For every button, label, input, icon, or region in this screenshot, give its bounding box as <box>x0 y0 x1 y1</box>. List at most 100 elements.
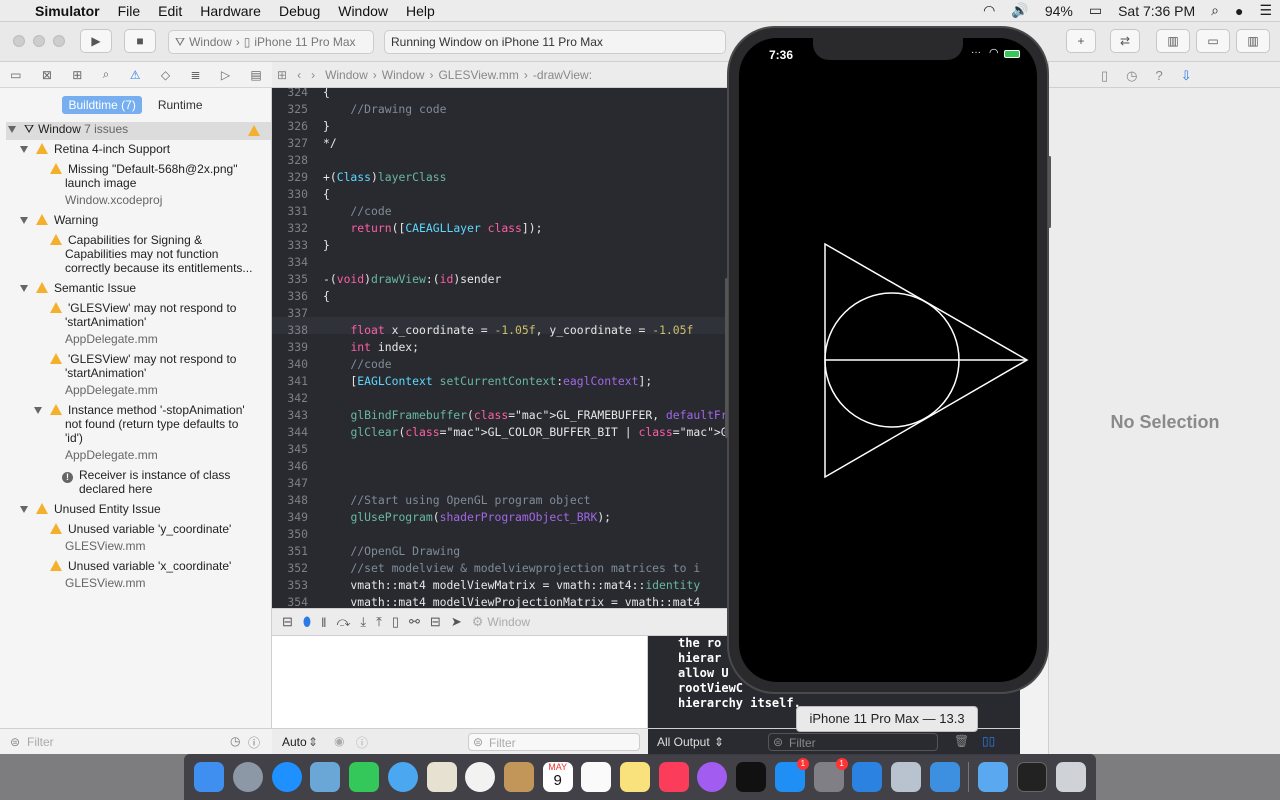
line-number[interactable]: 335 <box>272 272 308 286</box>
toggle-navigator-button[interactable]: ▥ <box>1156 29 1190 53</box>
code-line[interactable]: //OpenGL Drawing <box>323 544 460 558</box>
code-line[interactable]: glBindFramebuffer(class="mac">GL_FRAMEBU… <box>323 408 728 422</box>
code-line[interactable]: -(void)drawView:(id)sender <box>323 272 501 286</box>
info-icon[interactable]: ⓘ <box>356 734 368 751</box>
apple-tv-icon[interactable] <box>736 762 767 792</box>
disclosure-triangle-icon[interactable] <box>20 217 28 224</box>
launchpad-icon[interactable] <box>233 762 264 792</box>
memory-graph-icon[interactable]: ⚯ <box>409 614 420 630</box>
environment-overrides-icon[interactable]: ⊟ <box>430 614 441 630</box>
close-window-button[interactable] <box>13 35 25 47</box>
tab-runtime[interactable]: Runtime <box>152 96 209 114</box>
contacts-icon[interactable] <box>503 762 534 792</box>
code-line[interactable]: +(Class)layerClass <box>323 170 446 184</box>
photos-icon[interactable] <box>465 762 496 792</box>
source-editor[interactable]: 324 {325 //Drawing code 326} 327 */ 328 329 +(C… <box>272 88 728 608</box>
pause-icon[interactable]: ‖ <box>321 615 326 630</box>
line-number[interactable]: 330 <box>272 187 308 201</box>
menu-edit[interactable]: Edit <box>149 3 191 19</box>
code-line[interactable]: return([CAEAGLLayer class]); <box>323 221 542 235</box>
line-number[interactable]: 331 <box>272 204 308 218</box>
issue-project-row[interactable]: ⛛ Window 7 issues <box>6 122 271 140</box>
xcode-icon[interactable] <box>852 762 883 792</box>
code-line[interactable]: glClear(class="mac">GL_COLOR_BUFFER_BIT … <box>323 425 728 439</box>
line-number[interactable]: 350 <box>272 527 308 541</box>
music-icon[interactable] <box>658 762 689 792</box>
facetime-icon[interactable] <box>349 762 380 792</box>
issue-navigator-icon[interactable]: ⚠ <box>130 68 141 82</box>
line-number[interactable]: 333 <box>272 238 308 252</box>
issue-item[interactable]: 'GLESView' may not respond to <box>50 352 236 366</box>
menu-app-name[interactable]: Simulator <box>26 3 109 19</box>
console-filter-input[interactable]: ⊜ Filter <box>768 733 938 751</box>
breakpoints-toggle-icon[interactable]: ⬮ <box>303 614 311 630</box>
variables-filter-input[interactable]: ⊜ Filter <box>468 733 640 751</box>
related-items-icon[interactable]: ⊞ <box>272 68 292 82</box>
variables-scope-select[interactable]: Auto <box>282 735 307 749</box>
line-number[interactable]: 337 <box>272 306 308 320</box>
menu-window[interactable]: Window <box>329 3 397 19</box>
output-select[interactable]: All Output <box>657 735 710 749</box>
code-line[interactable]: } <box>323 119 330 133</box>
trash-icon[interactable] <box>1055 762 1086 792</box>
finder-icon[interactable] <box>194 762 225 792</box>
line-number[interactable]: 341 <box>272 374 308 388</box>
file-inspector-icon[interactable]: ▯ <box>1101 68 1108 87</box>
siri-icon[interactable]: ● <box>1227 3 1251 19</box>
disclosure-triangle-icon[interactable] <box>20 146 28 153</box>
code-line[interactable]: //code <box>323 204 391 218</box>
variables-view[interactable] <box>272 636 648 728</box>
find-navigator-icon[interactable]: ⌕ <box>103 67 110 82</box>
issue-item[interactable]: Instance method '-stopAnimation' <box>34 403 245 417</box>
toggle-debug-area-button[interactable]: ▭ <box>1196 29 1230 53</box>
code-line[interactable]: //Start using OpenGL program object <box>323 493 590 507</box>
system-preferences-icon[interactable]: 1 <box>813 758 848 792</box>
line-number[interactable]: 340 <box>272 357 308 371</box>
symbol-navigator-icon[interactable]: ⊞ <box>72 68 82 82</box>
line-number[interactable]: 351 <box>272 544 308 558</box>
project-navigator-icon[interactable]: ▭ <box>10 68 21 82</box>
code-line[interactable]: //code <box>323 357 391 371</box>
stop-button[interactable]: ■ <box>124 29 156 53</box>
report-navigator-icon[interactable]: ▤ <box>250 68 261 82</box>
line-number[interactable]: 349 <box>272 510 308 524</box>
menu-hardware[interactable]: Hardware <box>191 3 270 19</box>
help-inspector-icon[interactable]: ? <box>1156 68 1163 87</box>
notification-center-icon[interactable]: ☰ <box>1251 2 1280 19</box>
forward-arrow-icon[interactable]: › <box>306 68 320 82</box>
hide-debug-area-icon[interactable]: ⊟ <box>282 614 293 630</box>
issue-item[interactable]: Unused variable 'y_coordinate' <box>50 522 231 536</box>
attributes-inspector-icon[interactable]: ⇩ <box>1181 68 1192 87</box>
split-view-icon[interactable]: ▯▯ <box>982 734 995 748</box>
code-line[interactable]: { <box>323 289 330 303</box>
location-icon[interactable]: ➤ <box>451 614 462 630</box>
menu-help[interactable]: Help <box>397 3 444 19</box>
step-over-icon[interactable]: ⤼ <box>336 614 350 630</box>
app-store-icon[interactable]: 1 <box>774 758 809 792</box>
instruments-icon[interactable] <box>929 762 960 792</box>
line-number[interactable]: 354 <box>272 595 308 608</box>
disclosure-triangle-icon[interactable] <box>8 126 16 133</box>
calendar-icon[interactable]: MAY 9 <box>542 762 573 792</box>
line-number[interactable]: 326 <box>272 119 308 133</box>
issue-group-row[interactable]: Unused Entity Issue <box>20 502 161 516</box>
history-inspector-icon[interactable]: ◷ <box>1126 68 1137 87</box>
maps-icon[interactable] <box>426 762 457 792</box>
code-line[interactable]: */ <box>323 136 337 150</box>
code-line[interactable]: //Drawing code <box>323 102 446 116</box>
line-number[interactable]: 324 <box>272 88 308 99</box>
issue-item[interactable]: 'GLESView' may not respond to <box>50 301 236 315</box>
line-number[interactable]: 346 <box>272 459 308 473</box>
disclosure-triangle-icon[interactable] <box>20 285 28 292</box>
wifi-icon[interactable]: ◠ <box>975 2 1003 19</box>
line-number[interactable]: 334 <box>272 255 308 269</box>
line-number[interactable]: 338 <box>272 323 308 337</box>
spotlight-search-icon[interactable]: ⌕ <box>1203 2 1227 19</box>
preview-icon[interactable] <box>310 762 341 792</box>
code-line[interactable]: int index; <box>323 340 419 354</box>
line-number[interactable]: 353 <box>272 578 308 592</box>
code-line[interactable]: vmath::mat4 modelViewProjectionMatrix = … <box>323 595 700 608</box>
menu-debug[interactable]: Debug <box>270 3 329 19</box>
code-line[interactable]: glUseProgram(shaderProgramObject_BRK); <box>323 510 611 524</box>
line-number[interactable]: 344 <box>272 425 308 439</box>
